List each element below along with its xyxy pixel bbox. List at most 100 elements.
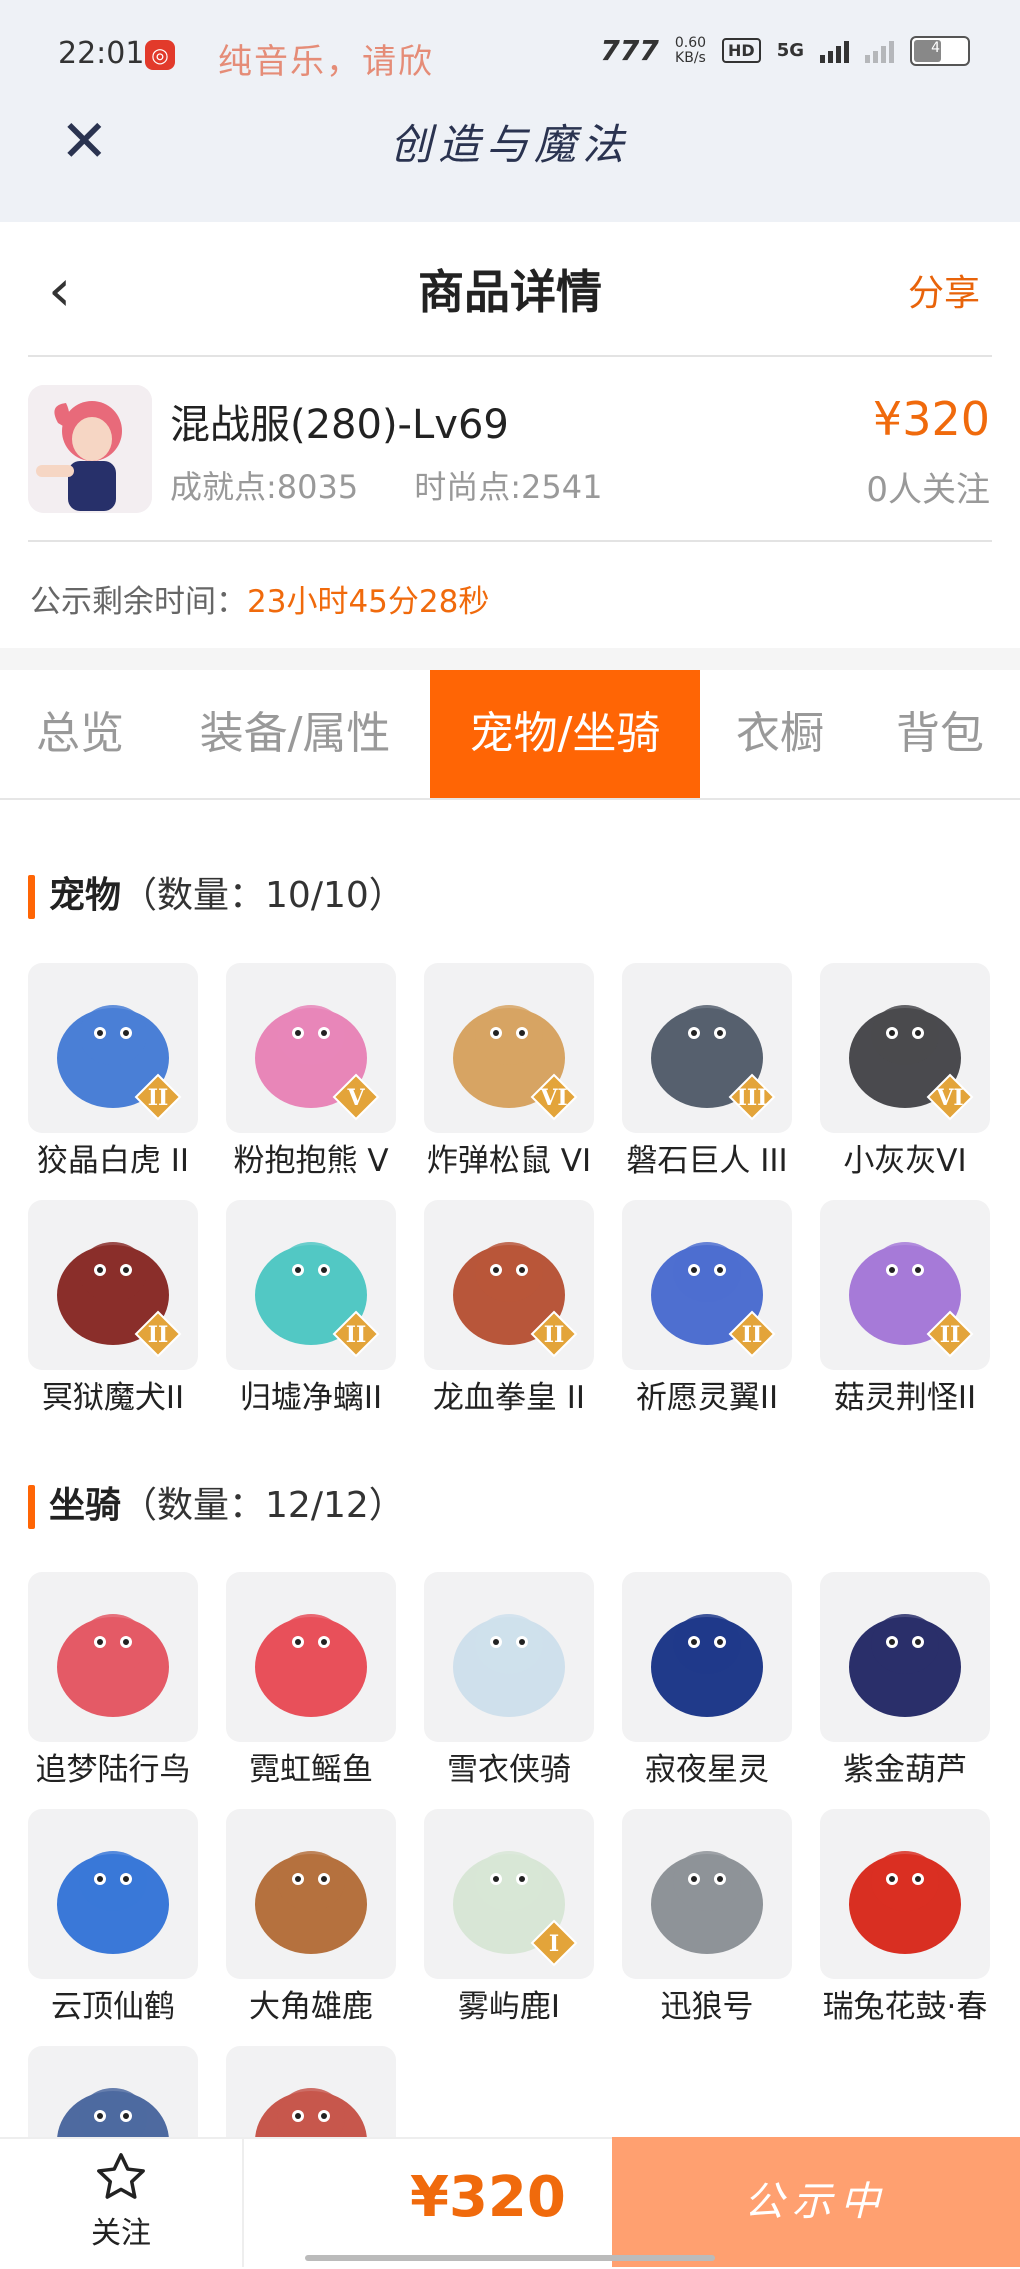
countdown-value: 23小时45分28秒	[247, 584, 490, 620]
pet-card[interactable]: II 菇灵荆怪II	[820, 1200, 990, 1418]
mount-name: 云顶仙鹤	[51, 1989, 175, 2025]
mounts-count: （数量：12/12）	[121, 1485, 405, 1526]
product-name: 混战服(280)-Lv69	[170, 402, 509, 448]
pet-card[interactable]: II 龙血拳皇 II	[424, 1200, 594, 1418]
pet-card[interactable]: VI 小灰灰VI	[820, 963, 990, 1181]
status-bar: 22:01 ◎ 纯音乐，请欣 777 0.60 KB/s HD 5G 48	[0, 0, 1020, 118]
svg-text:II: II	[940, 1322, 961, 1348]
mount-card[interactable]: 瑞兔花鼓·春	[820, 1809, 990, 2027]
pet-name: 炸弹松鼠 VI	[426, 1143, 592, 1179]
net-speed: 0.60 KB/s	[674, 34, 707, 66]
home-indicator	[305, 2255, 715, 2261]
tab-overview[interactable]: 总览	[0, 670, 160, 798]
mount-card[interactable]: 迅狼号	[622, 1809, 792, 2027]
fashion-points: 时尚点:2541	[414, 468, 603, 506]
mount-card[interactable]: 云顶仙鹤	[28, 1809, 198, 2027]
pet-card[interactable]: III 磐石巨人 III	[622, 963, 792, 1181]
signal-2-icon	[865, 39, 894, 63]
mount-name: 追梦陆行鸟	[35, 1752, 191, 1788]
mount-image	[820, 1572, 990, 1742]
tab-backpack[interactable]: 背包	[870, 670, 1010, 798]
section-gap	[0, 648, 1020, 670]
mount-card[interactable]: 雪衣侠骑	[424, 1572, 594, 1790]
svg-text:III: III	[737, 1085, 768, 1111]
pet-image: VI	[820, 963, 990, 1133]
favorite-label: 关注	[91, 2216, 151, 2251]
pet-name: 小灰灰VI	[843, 1143, 967, 1179]
status-button[interactable]: 公示中	[612, 2137, 1020, 2267]
svg-text:VI: VI	[539, 1085, 567, 1111]
pet-card[interactable]: VI 炸弹松鼠 VI	[424, 963, 594, 1181]
mount-card[interactable]: I 雾屿鹿I	[424, 1809, 594, 2027]
section-accent	[28, 875, 35, 919]
mount-name: 紫金葫芦	[843, 1752, 967, 1788]
svg-text:II: II	[346, 1322, 367, 1348]
pet-name: 粉抱抱熊 V	[233, 1143, 389, 1179]
pet-image: III	[622, 963, 792, 1133]
pet-image: II	[226, 1200, 396, 1370]
pet-name: 归墟净螭II	[239, 1380, 383, 1416]
mount-name: 寂夜星灵	[645, 1752, 769, 1788]
mount-name: 雾屿鹿I	[457, 1989, 561, 2025]
achievement-points: 成就点:8035	[170, 468, 359, 506]
pet-image: II	[424, 1200, 594, 1370]
product-stats: 成就点:8035 时尚点:2541	[170, 462, 602, 508]
mount-image	[28, 1572, 198, 1742]
pet-image: VI	[424, 963, 594, 1133]
countdown-label: 公示剩余时间：	[30, 584, 247, 620]
mount-image	[622, 1809, 792, 1979]
mount-card[interactable]: 霓虹鳐鱼	[226, 1572, 396, 1790]
pet-name: 磐石巨人 III	[626, 1143, 788, 1179]
section-accent	[28, 1485, 35, 1529]
mount-image	[226, 1572, 396, 1742]
music-app-icon: ◎	[145, 40, 175, 70]
countdown: 公示剩余时间：23小时45分28秒	[30, 576, 489, 621]
mount-image	[424, 1572, 594, 1742]
hd-icon: HD	[722, 38, 761, 63]
app-title: 创造与魔法	[389, 120, 630, 169]
share-button[interactable]: 分享	[908, 264, 980, 316]
pet-card[interactable]: V 粉抱抱熊 V	[226, 963, 396, 1181]
tab-wardrobe[interactable]: 衣橱	[705, 670, 855, 798]
signal-icon	[820, 39, 849, 63]
pet-image: II	[28, 963, 198, 1133]
mount-image	[28, 1809, 198, 1979]
mount-card[interactable]: 寂夜星灵	[622, 1572, 792, 1790]
mounts-section-title: 坐骑（数量：12/12）	[28, 1476, 405, 1529]
svg-text:II: II	[742, 1322, 763, 1348]
pet-name: 龙血拳皇 II	[432, 1380, 586, 1416]
mount-card[interactable]: 紫金葫芦	[820, 1572, 990, 1790]
page-title: 商品详情	[418, 265, 602, 319]
tab-pets-mounts[interactable]: 宠物/坐骑	[430, 670, 700, 798]
svg-text:II: II	[148, 1085, 169, 1111]
mount-card[interactable]: 追梦陆行鸟	[28, 1572, 198, 1790]
system-indicators: 777 0.60 KB/s HD 5G 48	[600, 34, 970, 67]
pet-card[interactable]: II 祈愿灵翼II	[622, 1200, 792, 1418]
mount-name: 大角雄鹿	[249, 1989, 373, 2025]
character-avatar	[28, 385, 152, 513]
notification-text: 纯音乐，请欣	[218, 42, 434, 82]
mount-image	[226, 1809, 396, 1979]
mount-card[interactable]: 大角雄鹿	[226, 1809, 396, 2027]
pet-card[interactable]: II 冥狱魔犬II	[28, 1200, 198, 1418]
pet-name: 冥狱魔犬II	[41, 1380, 185, 1416]
pet-card[interactable]: II 狡晶白虎 II	[28, 963, 198, 1181]
mount-name: 霓虹鳐鱼	[249, 1752, 373, 1788]
pet-name: 狡晶白虎 II	[36, 1143, 190, 1179]
product-price: ¥320	[872, 392, 990, 446]
bottom-price: ¥320	[410, 2165, 566, 2230]
svg-text:V: V	[346, 1085, 365, 1111]
mount-image: I	[424, 1809, 594, 1979]
battery-icon: 48	[910, 35, 970, 66]
pet-name: 祈愿灵翼II	[635, 1380, 779, 1416]
pets-count: （数量：10/10）	[121, 875, 405, 916]
tab-equipment[interactable]: 装备/属性	[170, 670, 420, 798]
svg-text:II: II	[148, 1322, 169, 1348]
svg-text:VI: VI	[935, 1085, 963, 1111]
tab-bar: 总览 装备/属性 宠物/坐骑 衣橱 背包	[0, 670, 1020, 800]
pet-card[interactable]: II 归墟净螭II	[226, 1200, 396, 1418]
network-label: 5G	[776, 40, 804, 61]
svg-text:I: I	[549, 1931, 559, 1957]
pet-image: II	[28, 1200, 198, 1370]
svg-text:II: II	[544, 1322, 565, 1348]
